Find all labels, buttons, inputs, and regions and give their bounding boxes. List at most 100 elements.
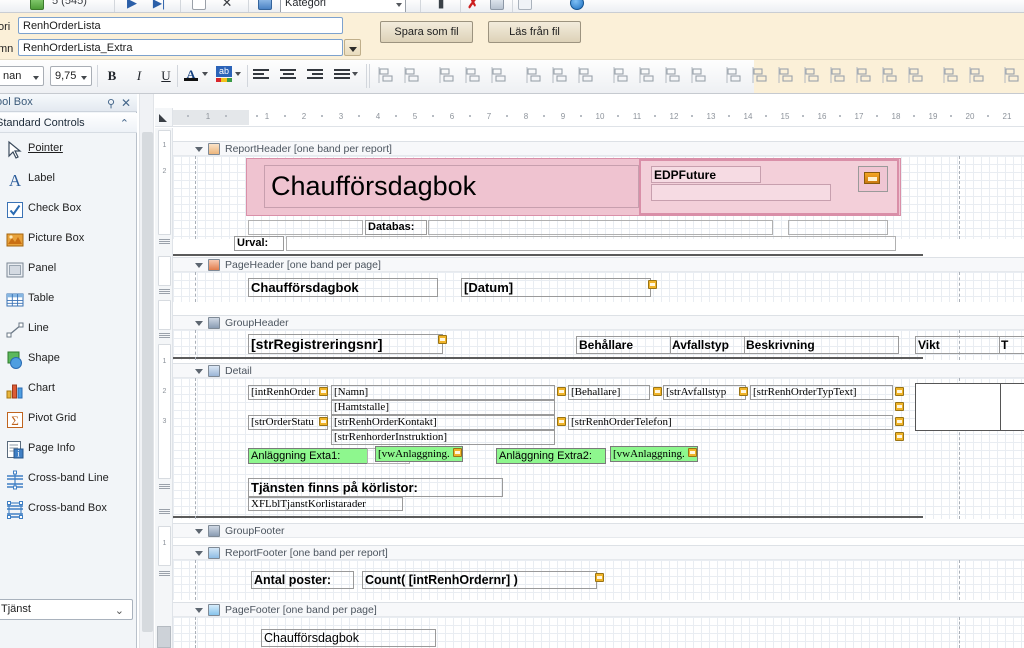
new-record-icon[interactable] [192,0,206,10]
make-vertical-spacing-equal-button[interactable] [802,65,824,87]
toolbox-item-pivot-grid[interactable]: Σ Pivot Grid [0,405,137,435]
italic-button[interactable]: I [128,65,150,87]
collapse-triangle-icon[interactable] [195,529,203,534]
databas-value-field[interactable] [428,220,773,235]
databas-label[interactable]: Databas: [365,220,427,235]
header-empty-field[interactable] [248,220,363,235]
center-vertically-in-form-button[interactable] [941,65,963,87]
field-typtext[interactable]: [strRenhOrderTypText] [750,385,893,400]
smart-tag-icon[interactable] [453,448,462,457]
brand-logo-picture-box[interactable] [858,166,888,192]
label-anlaggning-extra1[interactable]: Anläggning Exta1: [248,448,368,464]
font-name-combo[interactable]: nan [0,66,44,86]
collapse-triangle-icon[interactable] [195,321,203,326]
field-korlistor[interactable]: XFLblTjanstKorlistarader [248,497,403,511]
align-right-button[interactable] [304,64,326,86]
font-color-button[interactable]: A [180,63,202,85]
category-combo[interactable]: Kategori [280,0,406,12]
collapse-triangle-icon[interactable] [195,369,203,374]
remove-horizontal-spacing-button[interactable] [776,65,798,87]
band-header-reportfooter[interactable]: ReportFooter [one band per report] [173,545,1024,560]
smart-tag-icon[interactable] [648,280,657,289]
band-resize-handle[interactable] [159,238,170,245]
smart-tag-icon[interactable] [895,402,904,411]
col-avfallstyp-label[interactable]: Avfallstyp [670,336,745,354]
info-icon[interactable] [570,0,584,10]
save-icon[interactable] [30,0,44,10]
toolbox-item-cross-band-line[interactable]: Cross-band Line [0,465,137,495]
namn-dropdown-button[interactable] [344,39,361,56]
band-resize-handle[interactable] [159,288,170,295]
field-namn[interactable]: [Namn] [331,385,555,400]
size-width-button[interactable] [611,65,633,87]
next-record-icon[interactable]: ▶| [152,0,166,10]
remove-vertical-spacing-button[interactable] [880,65,902,87]
save-to-file-button[interactable]: Spara som fil [380,21,473,43]
scrollbar-thumb[interactable] [142,132,153,632]
align-left-button[interactable] [250,64,272,86]
smart-tag-icon[interactable] [739,387,748,396]
namn-input[interactable]: RenhOrderLista_Extra [18,39,343,56]
increase-vertical-spacing-button[interactable] [828,65,850,87]
alignment-overflow-dropdown[interactable] [351,63,360,85]
smart-tag-icon[interactable] [319,387,328,396]
toolbox-item-page-info[interactable]: i Page Info [0,435,137,465]
decrease-horizontal-spacing-button[interactable] [750,65,772,87]
align-tops-button[interactable] [489,65,511,87]
detail-weight-table[interactable] [915,383,1024,431]
smart-tag-icon[interactable] [438,335,447,344]
ruler-corner-button[interactable] [155,108,173,127]
size-height-button[interactable] [637,65,659,87]
delete-red-icon[interactable]: ✗ [466,0,480,10]
toolbox-item-picture-box[interactable]: Picture Box [0,225,137,255]
page-header-title-label[interactable]: Chaufförsdagbok [248,278,438,297]
bold-button[interactable]: B [101,65,123,87]
band-resize-handle[interactable] [159,508,170,515]
report-title-label[interactable]: Chaufförsdagbok [264,165,639,208]
band-header-pagefooter[interactable]: PageFooter [one band per page] [173,602,1024,617]
toolbox-item-table[interactable]: Table [0,285,137,315]
collapse-triangle-icon[interactable] [195,551,203,556]
print-icon[interactable] [490,0,504,10]
smart-tag-icon[interactable] [688,448,697,457]
brand-label[interactable]: EDPFuture [651,166,761,183]
size-to-grid-button[interactable] [576,65,598,87]
smart-tag-icon[interactable] [895,432,904,441]
script-icon[interactable] [518,0,532,10]
report-design-surface[interactable]: ReportHeader [one band per report] Chauf… [173,127,1024,648]
smart-tag-icon[interactable] [595,573,604,582]
align-justify-button[interactable] [331,64,353,86]
field-hamtstalle[interactable]: [Hamtstalle] [331,400,555,415]
size-both-button[interactable] [663,65,685,87]
underline-button[interactable]: U [155,65,177,87]
band-header-detail[interactable]: Detail [173,363,1024,378]
send-to-back-button[interactable] [1002,65,1024,87]
toolbox-item-shape[interactable]: Shape [0,345,137,375]
collapse-triangle-icon[interactable] [195,608,203,613]
toolbox-group-standard-controls[interactable]: Standard Controls ⌃ [0,113,137,133]
load-from-file-button[interactable]: Läs från fil [488,21,581,43]
label-anlaggning-extra2[interactable]: Anläggning Extra2: [496,448,606,464]
toolbox-item-check-box[interactable]: Check Box [0,195,137,225]
field-behallare[interactable]: [Behallare] [568,385,650,400]
toolbox-item-chart[interactable]: Chart [0,375,137,405]
close-icon[interactable]: ✕ [121,96,131,110]
band-header-groupfooter[interactable]: GroupFooter [173,523,1024,538]
toolbox-item-label[interactable]: A Label [0,165,137,195]
urval-value-field[interactable] [286,236,896,251]
increase-horizontal-spacing-button[interactable] [724,65,746,87]
band-header-reportheader[interactable]: ReportHeader [one band per report] [173,141,1024,156]
col-vikt-label[interactable]: Vikt [915,336,1000,354]
v-ruler-scroll-thumb[interactable] [157,626,171,648]
decrease-vertical-spacing-button[interactable] [854,65,876,87]
align-bottoms-button[interactable] [550,65,572,87]
band-resize-handle[interactable] [159,483,170,490]
column-icon[interactable]: ▮ [434,0,448,10]
col-t-label[interactable]: T [999,336,1024,354]
band-body-reportfooter[interactable]: Antal poster: Count( [intRenhOrdernr] ) [173,560,1024,600]
field-anlaggning-extra2[interactable]: [vwAnlaggning. [610,446,698,462]
field-instruktion[interactable]: [strRenhorderInstruktion] [331,430,555,445]
collapse-triangle-icon[interactable] [195,147,203,152]
toolbox-item-line[interactable]: Line [0,315,137,345]
field-orderstatus[interactable]: [strOrderStatu [248,415,328,430]
